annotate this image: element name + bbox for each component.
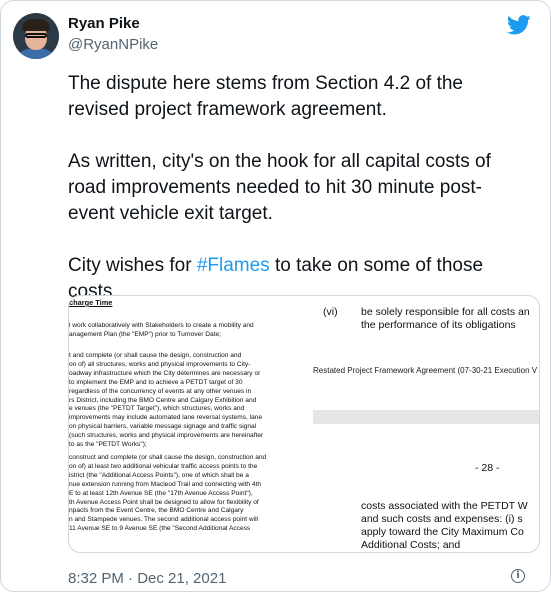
timestamp-link[interactable]: 8:32 PM · Dec 21, 2021 bbox=[68, 570, 226, 587]
tweet-paragraph: As written, city's on the hook for all c… bbox=[68, 151, 491, 224]
author-name[interactable]: Ryan Pike bbox=[68, 15, 140, 32]
document-paragraph: construct and complete (or shall cause t… bbox=[69, 454, 301, 534]
document-footer: Restated Project Framework Agreement (07… bbox=[313, 366, 538, 375]
document-paragraph: l work collaboratively with Stakeholders… bbox=[69, 322, 301, 340]
document-line: e venues (the "PETDT Target"), which str… bbox=[69, 405, 245, 413]
tweet-card: Ryan Pike @RyanNPike The dispute here st… bbox=[0, 0, 551, 592]
tweet-text: The dispute here stems from Section 4.2 … bbox=[68, 71, 523, 305]
document-line: n and Stampede venues. The second additi… bbox=[69, 516, 259, 524]
document-line: t and complete (or shall cause the desig… bbox=[69, 352, 242, 359]
document-line: and such costs and expenses: (i) s bbox=[361, 513, 523, 525]
hashtag-link[interactable]: #Flames bbox=[197, 255, 270, 276]
clause-text: costs associated with the PETDT W and su… bbox=[361, 500, 528, 552]
info-icon[interactable]: i bbox=[511, 569, 525, 583]
document-line: on of) all structures, works and physica… bbox=[69, 360, 251, 368]
document-line: 11 Avenue SE to 9 Avenue SE (the "Second… bbox=[69, 525, 251, 533]
document-line: npacts from the Event Centre, the BMO Ce… bbox=[69, 507, 244, 515]
tweet-text-segment: City wishes for bbox=[68, 255, 197, 276]
document-line: l work collaboratively with Stakeholders… bbox=[69, 322, 254, 329]
document-line: E to at least 12th Avenue SE (the "17th … bbox=[69, 489, 253, 497]
document-line: to implement the EMP and to achieve a PE… bbox=[69, 378, 243, 386]
document-line: apply toward the City Maximum Co bbox=[361, 526, 524, 538]
author-handle[interactable]: @RyanNPike bbox=[68, 36, 158, 53]
document-left-column: charge Time l work collaboratively with … bbox=[69, 296, 301, 552]
attached-image[interactable]: charge Time l work collaboratively with … bbox=[68, 295, 540, 553]
document-line: the performance of its obligations bbox=[361, 319, 516, 331]
bird-icon[interactable] bbox=[507, 15, 531, 35]
document-line: istrict (the "Additional Access Points")… bbox=[69, 471, 249, 479]
document-line: construct and complete (or shall cause t… bbox=[69, 454, 267, 461]
tweet-paragraph: The dispute here stems from Section 4.2 … bbox=[68, 73, 463, 120]
document-right-column: (vi) be solely responsible for all costs… bbox=[313, 296, 539, 552]
document-heading: charge Time bbox=[69, 298, 113, 307]
document-line: regardless of the concurrency of events … bbox=[69, 387, 252, 395]
document-line: rs District, including the BMO Centre an… bbox=[69, 396, 257, 404]
avatar-glasses bbox=[25, 33, 47, 38]
document-line: th Avenue Access Point shall be designed… bbox=[69, 498, 259, 506]
document-line: improvements may include automated lane … bbox=[69, 414, 263, 422]
document-line: be solely responsible for all costs an bbox=[361, 306, 530, 318]
document-line: to as the "PETDT Works"); bbox=[69, 441, 147, 449]
page-number: - 28 - bbox=[475, 462, 500, 474]
document-line: (such structures, works and physical imp… bbox=[69, 432, 264, 440]
document-paragraph: t and complete (or shall cause the desig… bbox=[69, 352, 301, 450]
document-line: Additional Costs; and bbox=[361, 539, 461, 551]
document-line: on physical barriers, variable message s… bbox=[69, 423, 257, 431]
avatar-shirt bbox=[17, 49, 55, 59]
document-line: costs associated with the PETDT W bbox=[361, 500, 528, 512]
avatar[interactable] bbox=[13, 13, 59, 59]
clause-text: be solely responsible for all costs an t… bbox=[361, 306, 530, 332]
page-separator bbox=[313, 410, 539, 424]
avatar-hair bbox=[22, 19, 50, 31]
document-line: on of) at least two additional vehicular… bbox=[69, 462, 258, 470]
clause-number: (vi) bbox=[323, 306, 338, 318]
document-line: nue extension running from Macleod Trail… bbox=[69, 480, 262, 488]
document-line: anagement Plan (the "EMP") prior to Turn… bbox=[69, 330, 222, 338]
document-line: oadway infrastructure which the City det… bbox=[69, 369, 261, 377]
